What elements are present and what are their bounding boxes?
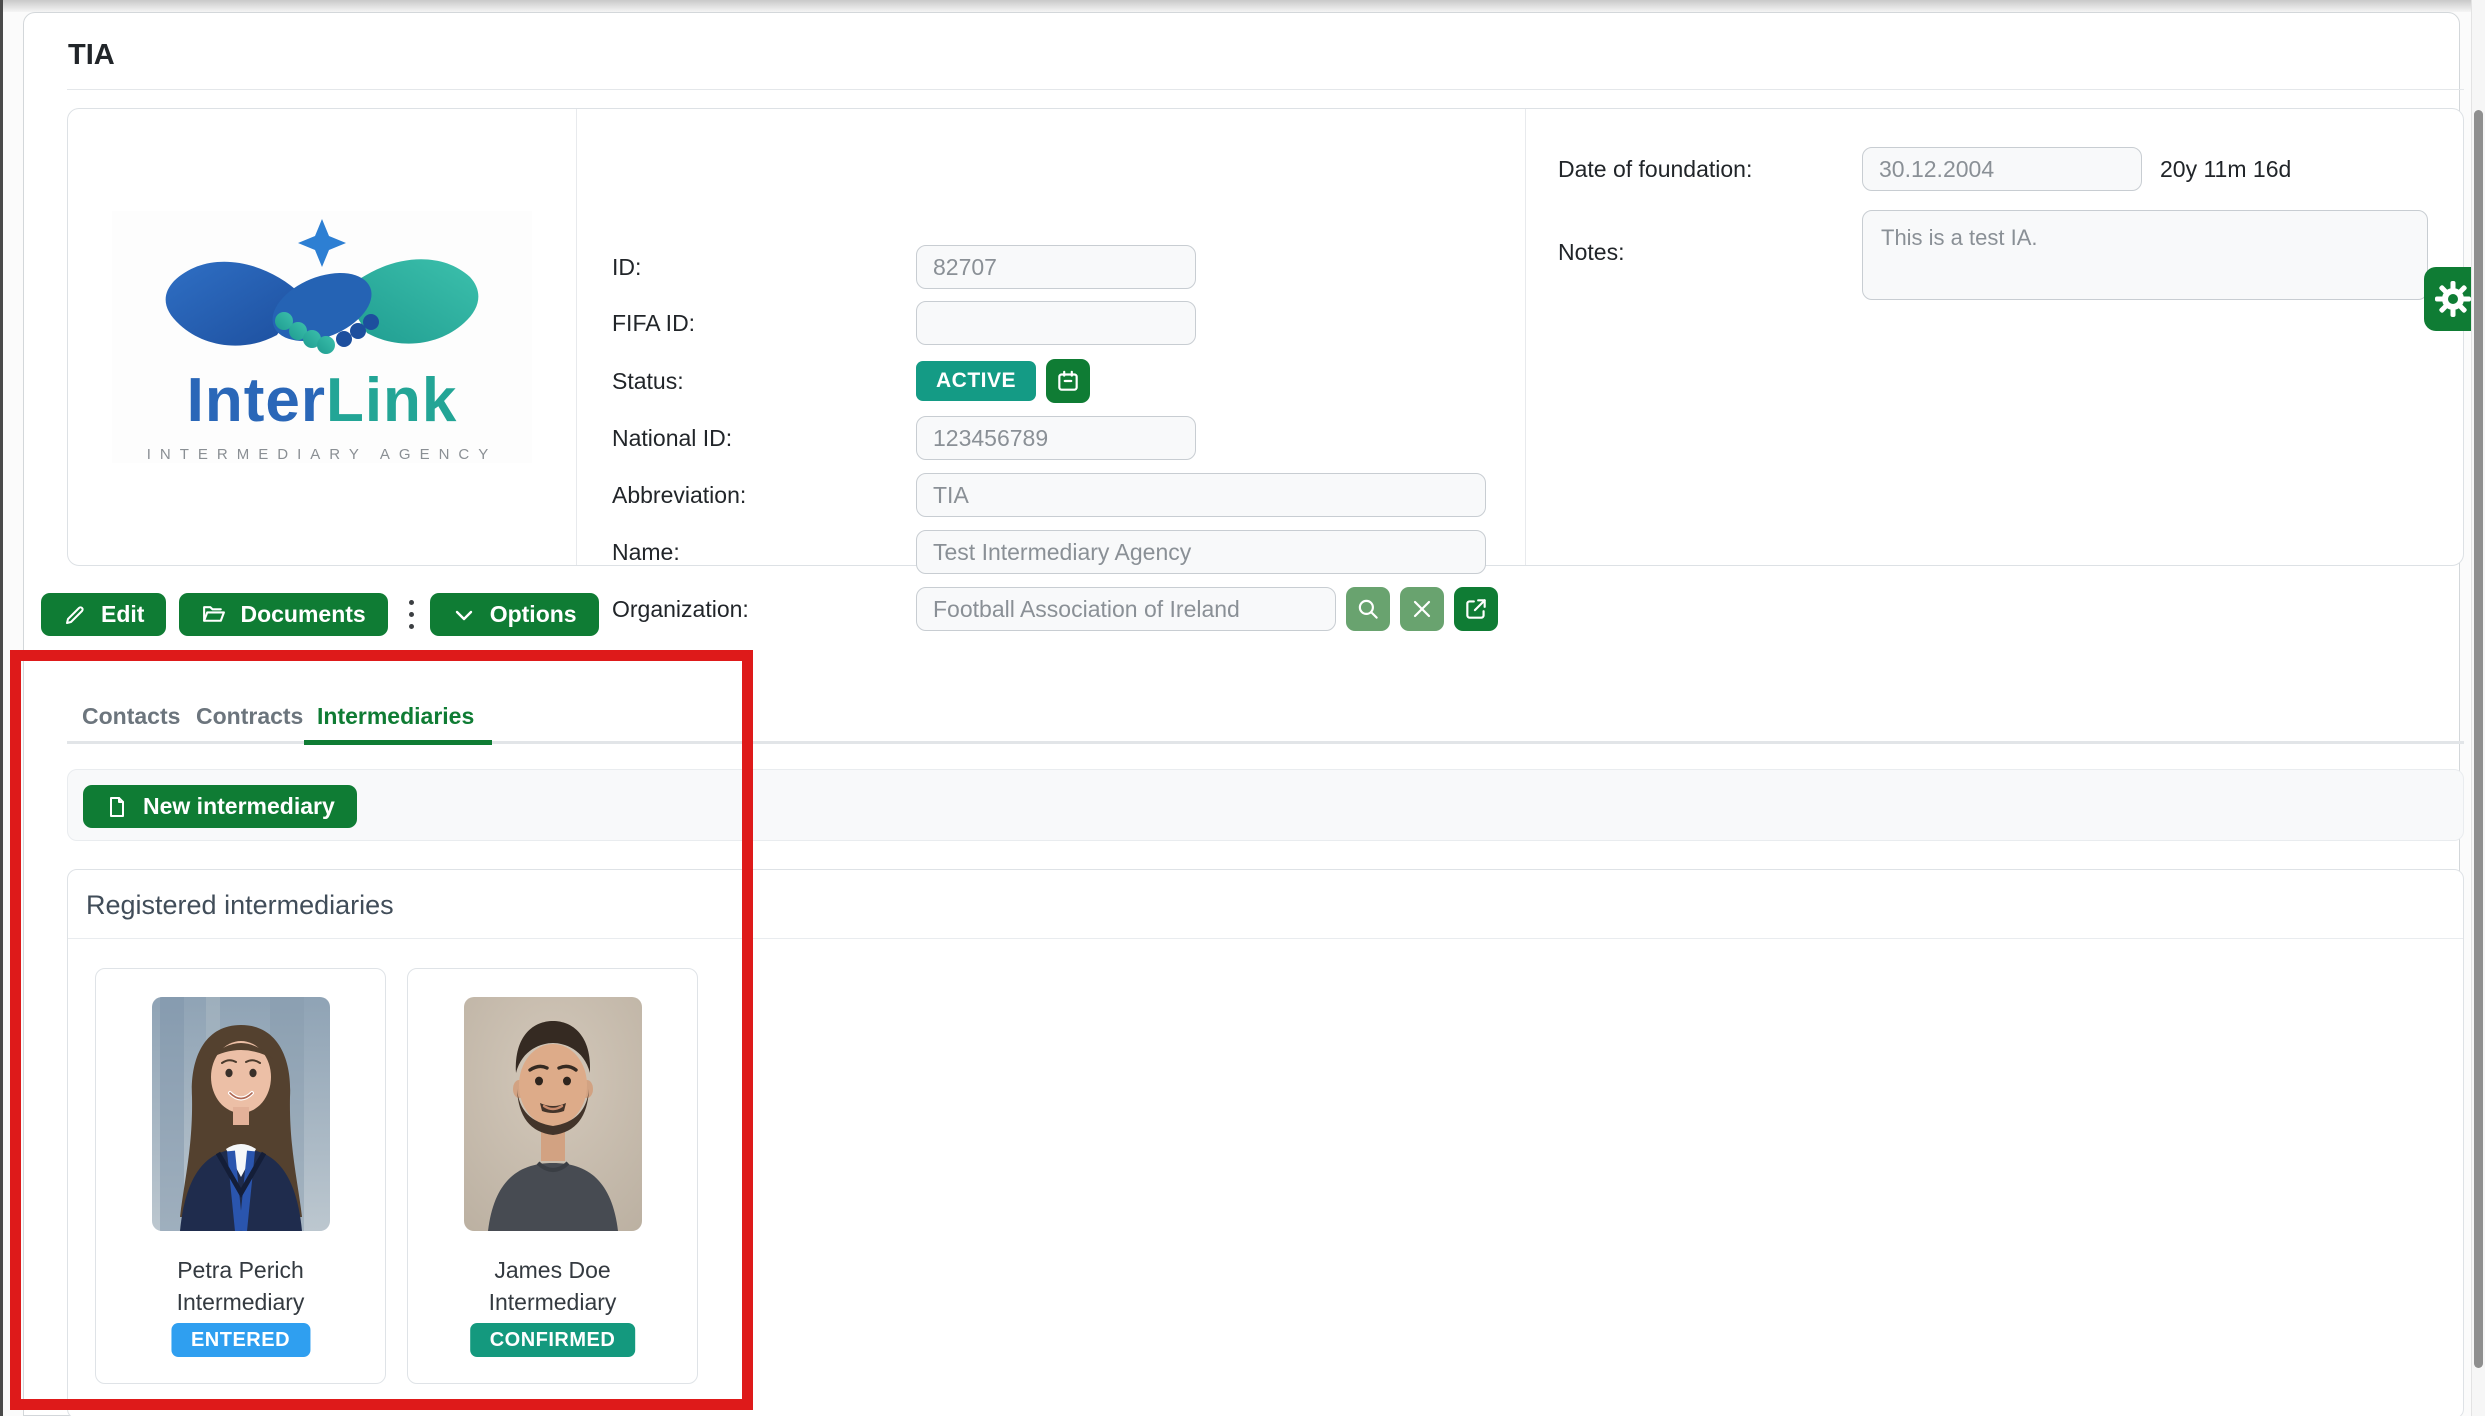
tab-intermediaries[interactable]: Intermediaries (317, 703, 474, 730)
tab-contracts[interactable]: Contracts (196, 703, 303, 730)
fifa-id-input[interactable] (916, 301, 1196, 345)
more-actions-button[interactable] (402, 593, 422, 636)
column-divider (1525, 109, 1526, 565)
fifa-id-label: FIFA ID: (612, 310, 916, 337)
organization-search-button[interactable] (1346, 587, 1390, 631)
field-row-national-id: National ID: (612, 416, 1196, 460)
organization-label: Organization: (612, 596, 916, 623)
logo-wordmark: InterLink (112, 365, 532, 436)
window-top-shade (0, 0, 2485, 12)
search-icon (1355, 596, 1381, 622)
field-row-status: Status: ACTIVE (612, 359, 1090, 403)
intermediary-card-james-doe[interactable]: James Doe Intermediary CONFIRMED (407, 968, 698, 1384)
notes-textarea[interactable]: This is a test IA. (1862, 210, 2428, 300)
calendar-icon (1055, 368, 1081, 394)
id-input[interactable] (916, 245, 1196, 289)
options-button[interactable]: Options (430, 593, 599, 636)
logo-word-primary: Inter (187, 366, 326, 435)
title-divider (67, 89, 2464, 90)
date-of-foundation-label: Date of foundation: (1558, 156, 1862, 183)
handshake-icon (112, 211, 532, 371)
portrait-james-doe (464, 997, 642, 1231)
page-title: TIA (68, 39, 115, 72)
intermediary-role: Intermediary (408, 1289, 697, 1316)
column-divider (576, 109, 577, 565)
edit-button[interactable]: Edit (41, 593, 166, 636)
registered-intermediaries-card: Registered intermediaries (67, 869, 2464, 1416)
scrollbar-thumb[interactable] (2474, 110, 2483, 1368)
gear-icon (2433, 279, 2473, 319)
organization-open-button[interactable] (1454, 587, 1498, 631)
app-window: TIA (0, 0, 2485, 1416)
field-row-fifa-id: FIFA ID: (612, 301, 1196, 345)
abbreviation-label: Abbreviation: (612, 482, 916, 509)
field-row-organization: Organization: (612, 587, 1498, 631)
agency-detail-card: InterLink INTERMEDIARY AGENCY ID: FIFA I… (67, 108, 2464, 566)
documents-button[interactable]: Documents (179, 593, 387, 636)
intermediaries-toolbar: New intermediary (67, 769, 2464, 841)
intermediary-name: Petra Perich (96, 1257, 385, 1284)
status-badge: ACTIVE (916, 361, 1036, 401)
documents-button-label: Documents (240, 601, 365, 628)
kebab-dots-icon (409, 612, 414, 617)
chevron-down-icon (452, 603, 476, 627)
vertical-scrollbar[interactable] (2471, 0, 2485, 1416)
logo-tagline: INTERMEDIARY AGENCY (112, 446, 532, 463)
logo-box: InterLink INTERMEDIARY AGENCY (112, 211, 532, 463)
tab-contacts[interactable]: Contacts (82, 703, 180, 730)
organization-clear-button[interactable] (1400, 587, 1444, 631)
window-left-edge (0, 0, 3, 1416)
date-of-foundation-input[interactable] (1862, 147, 2142, 191)
actions-row: Edit Documents Options (41, 593, 599, 636)
tabbar: Contacts Contracts Intermediaries (67, 703, 2464, 746)
new-intermediary-button-label: New intermediary (143, 793, 335, 820)
kebab-dots-icon (409, 600, 414, 605)
kebab-dots-icon (409, 624, 414, 629)
abbreviation-input[interactable] (916, 473, 1486, 517)
x-icon (1410, 597, 1434, 621)
intermediary-status-badge: CONFIRMED (470, 1323, 636, 1357)
field-row-id: ID: (612, 245, 1196, 289)
portrait-photo (152, 997, 330, 1231)
pencil-icon (63, 603, 87, 627)
field-row-abbreviation: Abbreviation: (612, 473, 1486, 517)
field-row-date-of-foundation: Date of foundation: 20y 11m 16d (1558, 147, 2291, 191)
name-input[interactable] (916, 530, 1486, 574)
national-id-label: National ID: (612, 425, 916, 452)
options-button-label: Options (490, 601, 577, 628)
new-intermediary-button[interactable]: New intermediary (83, 785, 357, 828)
file-icon (105, 795, 129, 819)
intermediary-role: Intermediary (96, 1289, 385, 1316)
intermediary-card-petra-perich[interactable]: Petra Perich Intermediary ENTERED (95, 968, 386, 1384)
field-row-name: Name: (612, 530, 1486, 574)
id-label: ID: (612, 254, 916, 281)
notes-label: Notes: (1558, 239, 1624, 266)
intermediary-status-badge: ENTERED (171, 1323, 310, 1357)
status-label: Status: (612, 368, 916, 395)
folder-open-icon (201, 602, 226, 627)
sparkle-icon (298, 219, 346, 267)
external-link-icon (1463, 596, 1489, 622)
registered-intermediaries-title: Registered intermediaries (86, 890, 394, 921)
name-label: Name: (612, 539, 916, 566)
status-schedule-button[interactable] (1046, 359, 1090, 403)
agency-logo: InterLink INTERMEDIARY AGENCY (68, 109, 576, 565)
national-id-input[interactable] (916, 416, 1196, 460)
organization-input[interactable] (916, 587, 1336, 631)
portrait-photo (464, 997, 642, 1231)
page-card: TIA (23, 12, 2460, 1416)
edit-button-label: Edit (101, 601, 144, 628)
intermediary-name: James Doe (408, 1257, 697, 1284)
portrait-petra-perich (152, 997, 330, 1231)
registered-divider (68, 938, 2463, 939)
foundation-duration-text: 20y 11m 16d (2160, 156, 2291, 183)
logo-word-secondary: Link (326, 366, 457, 435)
active-tab-indicator (304, 740, 492, 745)
